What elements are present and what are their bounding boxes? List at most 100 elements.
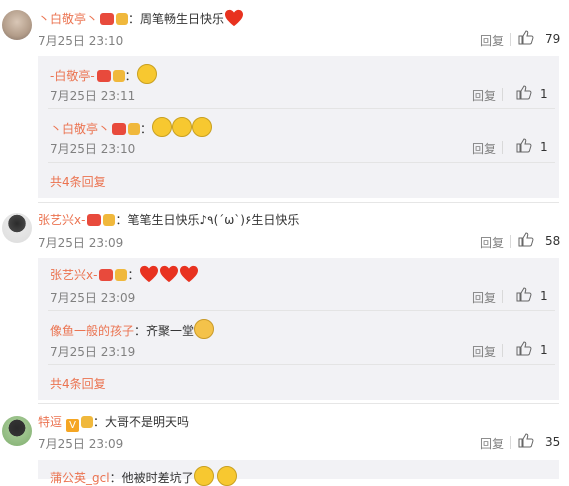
crying-face-emoji-icon xyxy=(193,466,214,486)
comment-time: 7月25日 23:10 xyxy=(38,34,124,48)
thumbs-up-icon xyxy=(518,30,534,45)
fan-badge-icon xyxy=(116,13,129,25)
reply-text: ： xyxy=(124,69,137,83)
reply-time: 7月25日 23:10 xyxy=(50,142,136,156)
fan-badge-icon xyxy=(128,123,141,135)
thumbs-up-icon xyxy=(516,287,532,302)
comment-body: 丶白敬亭丶 ：周笔畅生日快乐 xyxy=(38,9,244,27)
reply-text: ：他被时差坑了 xyxy=(109,471,194,485)
reply-time: 7月25日 23:09 xyxy=(50,291,136,305)
reply-button[interactable]: 回复 xyxy=(480,435,504,452)
like-button[interactable] xyxy=(516,341,532,359)
glasses-face-emoji-icon xyxy=(136,64,157,84)
member-badge-icon xyxy=(100,13,115,25)
reply-text: ： xyxy=(127,268,140,282)
thumbs-up-icon xyxy=(516,138,532,153)
username[interactable]: 张艺兴x- xyxy=(50,268,97,282)
like-button[interactable] xyxy=(518,232,534,250)
reply-button[interactable]: 回复 xyxy=(472,343,496,360)
reply-button[interactable]: 回复 xyxy=(480,234,504,251)
glasses-face-emoji-icon xyxy=(172,117,193,137)
username[interactable]: 丶白敬亭丶 xyxy=(50,122,110,136)
heart-emoji-icon xyxy=(180,265,199,283)
comment-body: 特逗 V ：大哥不是明天吗 xyxy=(38,413,189,432)
username[interactable]: 像鱼一般的孩子 xyxy=(50,324,134,338)
like-count: 1 xyxy=(540,87,548,101)
like-count: 1 xyxy=(540,289,548,303)
thumbs-up-icon xyxy=(518,433,534,448)
comment-time: 7月25日 23:09 xyxy=(38,437,124,451)
divider xyxy=(38,403,559,404)
member-badge-icon xyxy=(87,214,102,226)
member-badge-icon xyxy=(96,70,111,82)
username[interactable]: -白敬亭- xyxy=(50,69,95,83)
like-count: 35 xyxy=(545,435,561,449)
worried-face-emoji-icon xyxy=(216,466,237,486)
divider xyxy=(48,108,555,109)
reply-time: 7月25日 23:11 xyxy=(50,89,136,103)
comment-text: ：周笔畅生日快乐 xyxy=(128,12,225,26)
like-button[interactable] xyxy=(518,433,534,451)
praying-hands-emoji-icon xyxy=(194,319,215,339)
like-count: 1 xyxy=(540,343,548,357)
member-badge-icon xyxy=(99,269,114,281)
divider xyxy=(48,364,555,365)
username[interactable]: 丶白敬亭丶 xyxy=(38,12,98,26)
verified-v-icon: V xyxy=(66,419,80,432)
reply-body: 张艺兴x- ： xyxy=(50,265,199,283)
reply-text: ：齐聚一堂 xyxy=(134,324,195,338)
reply-text: ： xyxy=(140,122,153,136)
reply-body: -白敬亭- ： xyxy=(50,64,157,84)
reply-time: 7月25日 23:19 xyxy=(50,345,136,359)
username[interactable]: 蒲公英_gcl xyxy=(50,471,110,485)
reply-button[interactable]: 回复 xyxy=(480,32,504,49)
more-replies-link[interactable]: 共4条回复 xyxy=(50,173,106,190)
heart-emoji-icon xyxy=(225,9,244,27)
separator xyxy=(502,290,503,303)
more-replies-link[interactable]: 共4条回复 xyxy=(50,375,106,392)
separator xyxy=(502,141,503,154)
reply-button[interactable]: 回复 xyxy=(472,140,496,157)
separator xyxy=(510,33,511,46)
member-badge-icon xyxy=(112,123,127,135)
username[interactable]: 张艺兴x- xyxy=(38,213,85,227)
fan-badge-icon xyxy=(115,269,128,281)
thumbs-up-icon xyxy=(516,341,532,356)
like-button[interactable] xyxy=(518,30,534,48)
fan-badge-icon xyxy=(81,416,94,428)
glasses-face-emoji-icon xyxy=(192,117,213,137)
divider xyxy=(48,310,555,311)
reply-body: 像鱼一般的孩子：齐聚一堂 xyxy=(50,319,215,339)
separator xyxy=(502,344,503,357)
reply-body: 蒲公英_gcl：他被时差坑了 xyxy=(50,466,237,486)
fan-badge-icon xyxy=(103,214,116,226)
avatar[interactable] xyxy=(2,213,32,243)
like-button[interactable] xyxy=(516,138,532,156)
separator xyxy=(502,88,503,101)
comment-text: ：大哥不是明天吗 xyxy=(93,415,190,429)
avatar[interactable] xyxy=(2,416,32,446)
avatar[interactable] xyxy=(2,10,32,40)
reply-button[interactable]: 回复 xyxy=(472,289,496,306)
divider xyxy=(38,202,559,203)
glasses-face-emoji-icon xyxy=(152,117,173,137)
like-count: 58 xyxy=(545,234,561,248)
divider xyxy=(48,162,555,163)
fan-badge-icon xyxy=(112,70,125,82)
separator xyxy=(510,436,511,449)
reply-body: 丶白敬亭丶 ： xyxy=(50,117,213,137)
comment-text: ：笔笔生日快乐♪٩(´ω`)۶生日快乐 xyxy=(115,213,300,227)
like-button[interactable] xyxy=(516,85,532,103)
heart-emoji-icon xyxy=(140,265,159,283)
thumbs-up-icon xyxy=(516,85,532,100)
like-button[interactable] xyxy=(516,287,532,305)
reply-button[interactable]: 回复 xyxy=(472,87,496,104)
username[interactable]: 特逗 xyxy=(38,415,62,429)
separator xyxy=(510,235,511,248)
comment-time: 7月25日 23:09 xyxy=(38,236,124,250)
like-count: 1 xyxy=(540,140,548,154)
like-count: 79 xyxy=(545,32,561,46)
thumbs-up-icon xyxy=(518,232,534,247)
comment-body: 张艺兴x- ：笔笔生日快乐♪٩(´ω`)۶生日快乐 xyxy=(38,211,299,228)
heart-emoji-icon xyxy=(160,265,179,283)
